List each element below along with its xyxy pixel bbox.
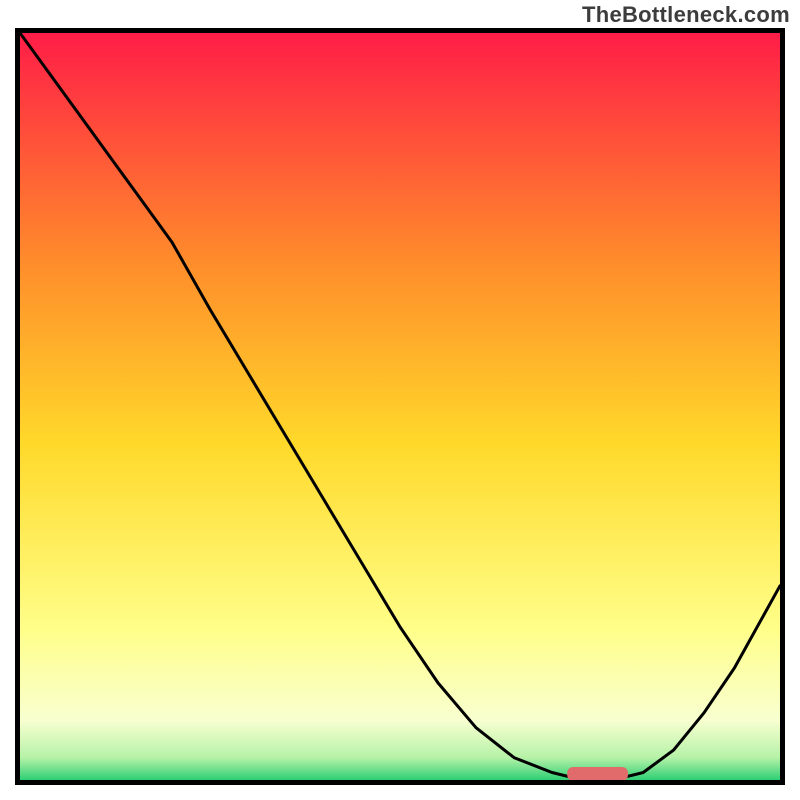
optimal-range-marker bbox=[567, 767, 628, 780]
plot-svg bbox=[20, 33, 780, 780]
chart-canvas: TheBottleneck.com bbox=[0, 0, 800, 800]
plot-frame bbox=[15, 28, 785, 785]
gradient-background bbox=[20, 33, 780, 780]
watermark-text: TheBottleneck.com bbox=[582, 2, 790, 28]
